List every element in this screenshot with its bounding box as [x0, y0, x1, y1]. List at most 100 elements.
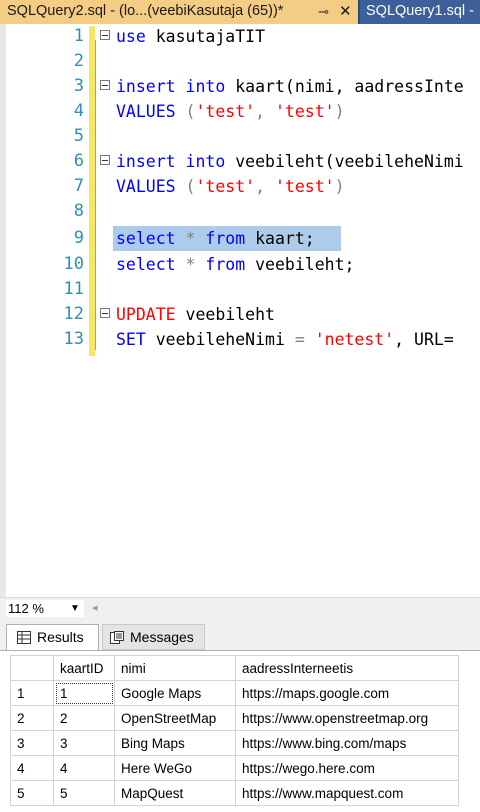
chevron-down-icon[interactable]: ▼ — [70, 600, 80, 617]
row-number[interactable]: 3 — [10, 730, 54, 756]
table-cell[interactable]: OpenStreetMap — [114, 705, 236, 731]
identifier: veebileht; — [245, 255, 355, 274]
code-line[interactable]: 11 — [0, 277, 480, 302]
table-cell[interactable]: 4 — [53, 755, 115, 781]
table-cell[interactable]: Google Maps — [114, 680, 236, 706]
code-line[interactable]: 13 SET veebileheNimi = 'netest', URL= — [0, 327, 480, 352]
code-text[interactable]: VALUES ('test', 'test') — [116, 174, 345, 199]
results-grid[interactable]: kaartID nimi aadressInterneetis 1 1 Goog… — [10, 655, 459, 806]
collapse-icon[interactable] — [100, 80, 110, 90]
pin-icon[interactable]: ⊸ — [318, 0, 329, 23]
row-number[interactable]: 1 — [10, 680, 54, 706]
identifier: , URL= — [394, 330, 454, 349]
line-number: 6 — [73, 151, 84, 171]
table-row[interactable]: 4 4 Here WeGo https://wego.here.com — [10, 755, 459, 781]
code-text[interactable]: VALUES ('test', 'test') — [116, 99, 345, 124]
identifier: kaart; — [245, 229, 315, 248]
zoom-value: 112 % — [8, 601, 44, 616]
table-cell[interactable]: Bing Maps — [114, 730, 236, 756]
column-header-nimi[interactable]: nimi — [114, 655, 236, 681]
results-tab-strip: Results Messages — [0, 620, 480, 650]
line-number: 8 — [73, 201, 84, 221]
collapse-icon[interactable] — [100, 155, 110, 165]
punctuation: ( — [175, 177, 196, 196]
code-text[interactable]: select * from kaart; — [116, 226, 315, 251]
row-number[interactable]: 5 — [10, 780, 54, 806]
keyword: VALUES — [116, 102, 176, 121]
identifier: veebileht — [175, 305, 275, 324]
close-icon[interactable]: ✕ — [339, 0, 352, 23]
code-text[interactable]: insert into kaart(nimi, aadressInte — [116, 74, 464, 99]
code-line[interactable]: 12 UPDATE veebileht — [0, 302, 480, 327]
string-literal: 'test' — [195, 177, 256, 196]
code-line-selected[interactable]: 9 select * from kaart; — [0, 226, 480, 251]
identifier: kaart(nimi, aadressInte — [225, 77, 464, 96]
operator: = — [294, 330, 305, 349]
line-number: 11 — [63, 279, 84, 299]
code-line[interactable]: 7 VALUES ('test', 'test') — [0, 174, 480, 199]
table-cell[interactable]: https://www.bing.com/maps — [235, 730, 459, 756]
collapse-icon[interactable] — [100, 30, 110, 40]
table-row[interactable]: 2 2 OpenStreetMap https://www.openstreet… — [10, 705, 459, 731]
table-row[interactable]: 5 5 MapQuest https://www.mapquest.com — [10, 780, 459, 806]
table-cell[interactable]: 1 — [53, 680, 115, 706]
table-cell[interactable]: MapQuest — [114, 780, 236, 806]
code-line[interactable]: 3 insert into kaart(nimi, aadressInte — [0, 74, 480, 99]
code-line[interactable]: 4 VALUES ('test', 'test') — [0, 99, 480, 124]
table-cell[interactable]: 5 — [53, 780, 115, 806]
tab-sqlquery2[interactable]: SQLQuery2.sql - (lo...(veebiKasutaja (65… — [0, 0, 358, 24]
line-number: 13 — [63, 329, 84, 349]
table-cell[interactable]: 2 — [53, 705, 115, 731]
table-cell[interactable]: https://www.openstreetmap.org — [235, 705, 459, 731]
code-text[interactable]: select * from veebileht; — [116, 252, 354, 277]
scroll-left-icon[interactable]: ◂ — [92, 600, 98, 617]
messages-icon — [110, 631, 124, 644]
code-line[interactable]: 6 insert into veebileht(veebileheNimi — [0, 149, 480, 174]
code-text[interactable]: SET veebileheNimi = 'netest', URL= — [116, 327, 454, 352]
code-text[interactable]: insert into veebileht(veebileheNimi — [116, 149, 464, 174]
table-cell[interactable]: https://www.mapquest.com — [235, 780, 459, 806]
code-line[interactable]: 1 use kasutajaTIT — [0, 24, 480, 49]
results-grid-area[interactable]: kaartID nimi aadressInterneetis 1 1 Goog… — [0, 650, 480, 812]
code-line[interactable]: 8 — [0, 199, 480, 224]
row-number[interactable]: 4 — [10, 755, 54, 781]
table-cell[interactable]: https://maps.google.com — [235, 680, 459, 706]
tab-sqlquery1[interactable]: SQLQuery1.sql - — [360, 0, 480, 24]
keyword: select — [116, 255, 176, 274]
table-cell[interactable]: 3 — [53, 730, 115, 756]
punctuation: ) — [334, 177, 345, 196]
keyword: SET — [116, 330, 146, 349]
identifier: veebileht(veebileheNimi — [225, 152, 464, 171]
collapse-icon[interactable] — [100, 308, 110, 318]
identifier: kasutajaTIT — [145, 27, 266, 46]
line-number: 9 — [73, 228, 84, 248]
tab-results[interactable]: Results — [6, 624, 99, 650]
code-line[interactable]: 2 — [0, 49, 480, 74]
keyword: from — [205, 229, 246, 248]
line-number: 5 — [73, 126, 84, 146]
grid-header-row: kaartID nimi aadressInterneetis — [10, 655, 459, 681]
code-text[interactable]: UPDATE veebileht — [116, 302, 275, 327]
code-line[interactable]: 5 — [0, 124, 480, 149]
keyword: insert — [116, 77, 176, 96]
editor-status-strip: 112 % ▼ ◂ — [0, 597, 480, 620]
code-line[interactable]: 10 select * from veebileht; — [0, 252, 480, 277]
table-cell[interactable]: https://wego.here.com — [235, 755, 459, 781]
line-number: 3 — [73, 76, 84, 96]
document-tab-bar: SQLQuery2.sql - (lo...(veebiKasutaja (65… — [0, 0, 480, 24]
string-literal: 'test' — [274, 102, 335, 121]
code-text[interactable]: use kasutajaTIT — [116, 24, 265, 49]
keyword: VALUES — [116, 177, 176, 196]
line-number: 7 — [73, 176, 84, 196]
tab-messages[interactable]: Messages — [102, 624, 205, 650]
table-cell[interactable]: Here WeGo — [114, 755, 236, 781]
row-number[interactable]: 2 — [10, 705, 54, 731]
column-header-aadressinterneetis[interactable]: aadressInterneetis — [235, 655, 459, 681]
grid-corner-header[interactable] — [10, 655, 54, 681]
table-row[interactable]: 1 1 Google Maps https://maps.google.com — [10, 680, 459, 706]
column-header-kaartid[interactable]: kaartID — [53, 655, 115, 681]
table-row[interactable]: 3 3 Bing Maps https://www.bing.com/maps — [10, 730, 459, 756]
punctuation: ) — [334, 102, 345, 121]
string-literal: 'test' — [274, 177, 335, 196]
line-number: 1 — [73, 26, 84, 46]
